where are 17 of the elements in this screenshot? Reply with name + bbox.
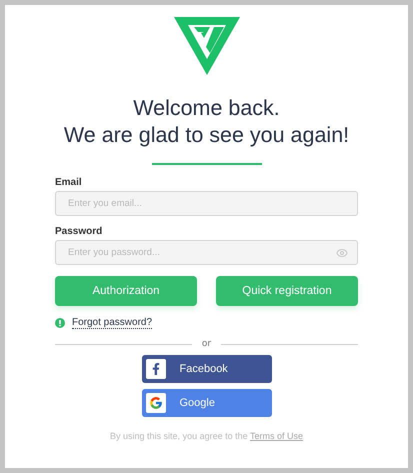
field-label: Email — [55, 177, 83, 188]
welcome-heading: Welcome back. We are glad to see you again! — [64, 95, 350, 149]
authorization-button[interactable]: Authorization — [55, 276, 197, 306]
facebook-button[interactable]: Facebook — [142, 355, 272, 383]
forgot-password-link[interactable]: Forgot password? — [72, 317, 152, 329]
terms-text: By using this site, you agree to the Terms of Use — [109, 431, 304, 441]
field-label: Password — [55, 226, 104, 237]
eye-icon[interactable] — [336, 246, 348, 258]
google-icon — [148, 396, 162, 410]
logo-icon — [174, 17, 240, 75]
info-icon — [55, 318, 65, 328]
registration-button[interactable]: Quick registration — [216, 276, 358, 306]
password-field[interactable]: Enter you password... — [55, 240, 358, 265]
email-field[interactable]: Enter you email... — [55, 191, 358, 216]
google-button[interactable]: Google — [142, 389, 272, 417]
divider-label: or — [202, 339, 212, 349]
terms-link[interactable]: Terms of Use — [250, 431, 303, 441]
